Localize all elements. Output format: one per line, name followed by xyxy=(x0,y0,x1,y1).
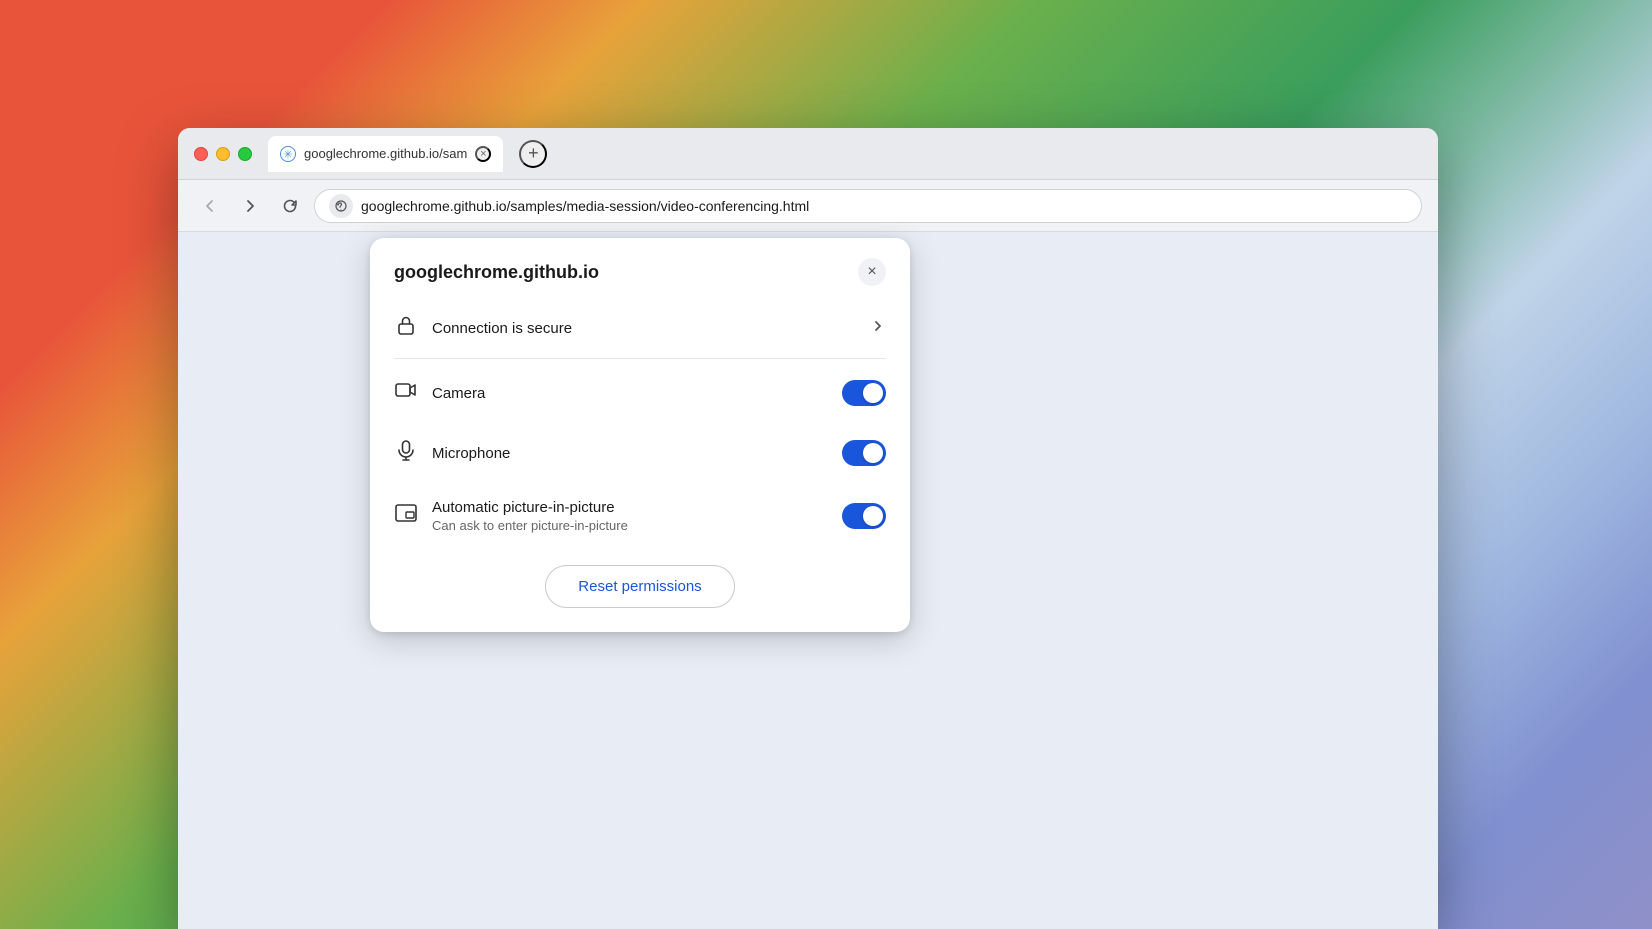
connection-chevron-icon xyxy=(870,318,886,339)
microphone-toggle[interactable] xyxy=(842,440,886,466)
connection-label: Connection is secure xyxy=(432,320,856,337)
address-bar[interactable]: googlechrome.github.io/samples/media-ses… xyxy=(314,189,1422,223)
minimize-window-button[interactable] xyxy=(216,147,230,161)
pip-permission-info: Automatic picture-in-picture Can ask to … xyxy=(432,499,828,533)
reset-permissions-button[interactable]: Reset permissions xyxy=(545,565,734,608)
site-info-button[interactable] xyxy=(329,194,353,218)
reload-button[interactable] xyxy=(274,190,306,222)
popup-divider xyxy=(394,358,886,359)
browser-window: ✳ googlechrome.github.io/sam × + xyxy=(178,128,1438,929)
camera-permission-row: Camera xyxy=(370,363,910,423)
pip-permission-label: Automatic picture-in-picture xyxy=(432,499,828,516)
back-button[interactable] xyxy=(194,190,226,222)
active-tab[interactable]: ✳ googlechrome.github.io/sam × xyxy=(268,136,503,172)
popup-close-button[interactable]: × xyxy=(858,258,886,286)
pip-permission-sublabel: Can ask to enter picture-in-picture xyxy=(432,518,828,533)
camera-icon xyxy=(394,379,418,407)
site-info-popup: googlechrome.github.io × Connection is s… xyxy=(370,238,910,632)
reset-button-container: Reset permissions xyxy=(370,549,910,632)
close-window-button[interactable] xyxy=(194,147,208,161)
pip-toggle[interactable] xyxy=(842,503,886,529)
camera-permission-info: Camera xyxy=(432,385,828,402)
svg-text:✳: ✳ xyxy=(283,149,292,161)
camera-permission-label: Camera xyxy=(432,385,828,402)
traffic-lights xyxy=(194,147,252,161)
microphone-permission-row: Microphone xyxy=(370,423,910,483)
pip-permission-row: Automatic picture-in-picture Can ask to … xyxy=(370,483,910,549)
popup-header: googlechrome.github.io × xyxy=(370,238,910,302)
title-bar: ✳ googlechrome.github.io/sam × + xyxy=(178,128,1438,180)
lock-icon xyxy=(394,314,418,342)
url-display: googlechrome.github.io/samples/media-ses… xyxy=(361,198,1407,214)
microphone-icon xyxy=(394,439,418,467)
tab-close-button[interactable]: × xyxy=(475,146,491,162)
connection-row[interactable]: Connection is secure xyxy=(370,302,910,354)
popup-title: googlechrome.github.io xyxy=(394,262,599,283)
camera-toggle[interactable] xyxy=(842,380,886,406)
toolbar: googlechrome.github.io/samples/media-ses… xyxy=(178,180,1438,232)
maximize-window-button[interactable] xyxy=(238,147,252,161)
microphone-permission-info: Microphone xyxy=(432,445,828,462)
browser-content: googlechrome.github.io × Connection is s… xyxy=(178,232,1438,929)
new-tab-button[interactable]: + xyxy=(519,140,547,168)
tab-favicon-icon: ✳ xyxy=(280,146,296,162)
microphone-permission-label: Microphone xyxy=(432,445,828,462)
pip-icon xyxy=(394,502,418,530)
tab-title: googlechrome.github.io/sam xyxy=(304,146,467,161)
forward-button[interactable] xyxy=(234,190,266,222)
